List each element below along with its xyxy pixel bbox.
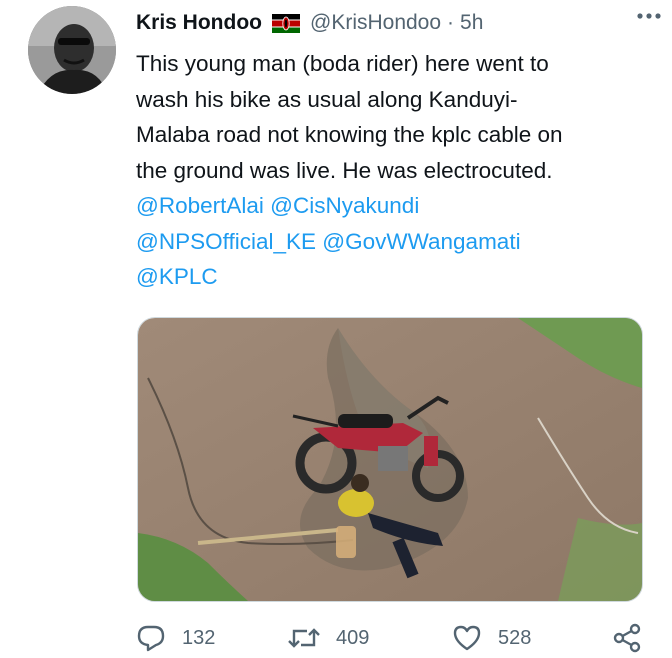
avatar[interactable] <box>28 6 116 94</box>
retweet-button[interactable]: 409 <box>288 625 369 651</box>
mention-link[interactable]: @GovWWangamati <box>322 229 520 254</box>
kenya-flag-icon <box>272 13 300 33</box>
tweet-text-line: This young man (boda rider) here went to <box>136 51 549 76</box>
avatar-image <box>28 6 116 94</box>
tweet-actions: 132 409 528 <box>136 618 646 658</box>
separator-dot: · <box>447 11 455 34</box>
reply-count: 132 <box>182 626 216 649</box>
retweet-icon <box>288 628 320 648</box>
reply-icon <box>137 625 165 652</box>
user-handle[interactable]: @KrisHondoo <box>310 11 441 35</box>
tweet-body: This young man (boda rider) here went to… <box>136 46 646 295</box>
mention-link[interactable]: @KPLC <box>136 264 218 289</box>
mention-link[interactable]: @RobertAlai <box>136 193 264 218</box>
tweet-text-line: wash his bike as usual along Kanduyi- <box>136 86 518 112</box>
tweet-timestamp[interactable]: 5h <box>460 11 483 35</box>
mention-link[interactable]: @NPSOfficial_KE <box>136 229 316 254</box>
display-name[interactable]: Kris Hondoo <box>136 11 262 35</box>
more-options-icon[interactable] <box>636 9 662 23</box>
reply-button[interactable]: 132 <box>136 624 215 652</box>
motorcycle-photo <box>138 318 642 601</box>
mentions-line: @NPSOfficial_KE @GovWWangamati <box>136 224 646 260</box>
tweet-header: Kris Hondoo @KrisHondoo · 5h <box>136 6 652 40</box>
like-count: 528 <box>498 626 532 649</box>
share-icon <box>613 623 641 653</box>
tweet-photo[interactable] <box>137 317 643 602</box>
retweet-count: 409 <box>336 626 370 649</box>
mentions-line: @KPLC <box>136 259 646 295</box>
share-button[interactable] <box>612 623 642 653</box>
tweet-text-line: the ground was live. He was electrocuted… <box>136 157 553 183</box>
mentions-line: @RobertAlai @CisNyakundi <box>136 188 646 224</box>
heart-icon <box>453 625 481 651</box>
like-button[interactable]: 528 <box>452 624 531 652</box>
mention-link[interactable]: @CisNyakundi <box>270 193 419 218</box>
tweet-text-line: Malaba road not knowing the kplc cable o… <box>136 122 563 147</box>
